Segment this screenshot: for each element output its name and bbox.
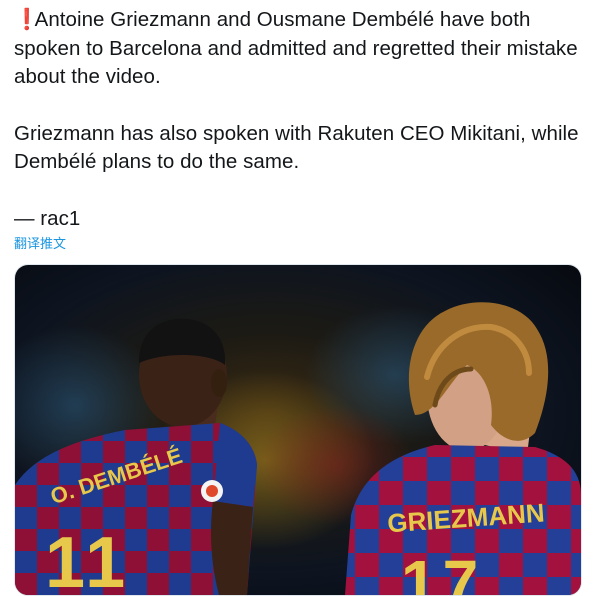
exclamation-icon: ❗ bbox=[14, 8, 40, 31]
paragraph-1-text: Antoine Griezmann and Ousmane Dembélé ha… bbox=[14, 8, 578, 88]
tweet-media-photo[interactable]: O. DEMBÉLÉ 11 GRIEZMANN 17 bbox=[14, 264, 582, 596]
left-player-number: 11 bbox=[45, 523, 129, 595]
tweet-text: ❗ Antoine Griezmann and Ousmane Dembélé … bbox=[14, 6, 586, 233]
players-photo: O. DEMBÉLÉ 11 GRIEZMANN 17 bbox=[15, 265, 581, 595]
tweet-source: — rac1 bbox=[14, 206, 81, 230]
right-player-number: 17 bbox=[401, 547, 484, 595]
tweet-paragraph-2: Griezmann has also spoken with Rakuten C… bbox=[14, 121, 579, 174]
tweet-paragraph-1: ❗ Antoine Griezmann and Ousmane Dembélé … bbox=[14, 6, 586, 92]
translate-tweet-link[interactable]: 翻译推文 bbox=[14, 233, 66, 252]
